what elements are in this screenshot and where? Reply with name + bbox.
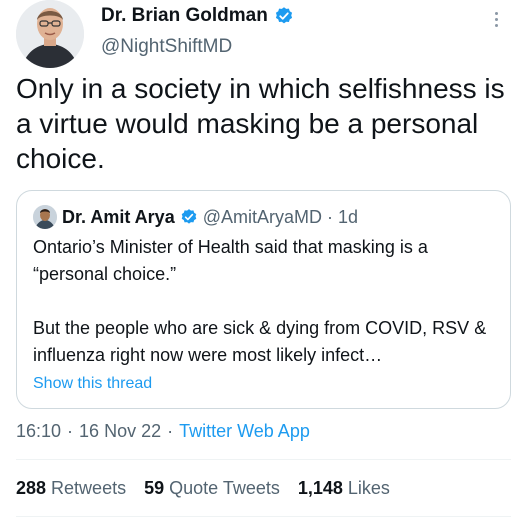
quoted-tweet-text: Ontario’s Minister of Health said that m… [33,234,503,369]
quoted-text-paragraph-1: Ontario’s Minister of Health said that m… [33,237,428,284]
retweets-stat[interactable]: 288 Retweets [16,478,126,499]
quoted-separator: · [326,206,333,227]
quoted-text-paragraph-2: But the people who are sick & dying from… [33,318,487,365]
author-name[interactable]: Dr. Brian Goldman [101,5,294,27]
tweet-text: Only in a society in which selfishness i… [16,73,505,174]
likes-label: Likes [347,478,390,498]
quoted-author-avatar [33,205,57,229]
likes-stat[interactable]: 1,148 Likes [298,478,390,499]
retweets-count: 288 [16,478,47,498]
retweets-label: Retweets [51,478,127,498]
avatar-photo [16,0,84,68]
show-thread-link[interactable]: Show this thread [33,375,152,393]
tweet-source[interactable]: Twitter Web App [179,421,310,442]
quoted-time: 1d [337,206,359,227]
tweet-date[interactable]: 16 Nov 22 [79,421,161,442]
meta-separator: · [67,421,74,441]
meta-separator-2: · [167,421,174,441]
quoted-tweet-header: Dr. Amit Arya @AmitAryaMD · 1d [33,205,358,229]
divider-bottom [16,516,511,517]
divider-top [16,459,511,460]
author-name-text[interactable]: Dr. Brian Goldman [101,5,268,27]
tweet-time[interactable]: 16:10 [16,421,61,442]
likes-count: 1,148 [297,478,343,498]
quoted-avatar-photo [33,205,57,229]
verified-badge-icon [275,7,292,24]
more-options-icon[interactable] [486,4,506,34]
quoted-author-handle: @AmitAryaMD [202,206,322,227]
author-handle[interactable]: @NightShiftMD [101,36,232,58]
quoted-verified-badge-icon [181,209,196,224]
quoted-author-name: Dr. Amit Arya [62,206,175,227]
quotes-count: 59 [144,478,165,498]
quoted-tweet-card[interactable]: Dr. Amit Arya @AmitAryaMD · 1d Ontario’s… [16,190,511,409]
tweet-metadata: 16:10 · 16 Nov 22 · Twitter Web App [16,421,310,442]
quotes-label: Quote Tweets [169,478,280,498]
quote-tweets-stat[interactable]: 59 Quote Tweets [144,478,280,499]
engagement-stats: 288 Retweets 59 Quote Tweets 1,148 Likes [16,478,390,499]
author-avatar[interactable] [16,0,84,68]
